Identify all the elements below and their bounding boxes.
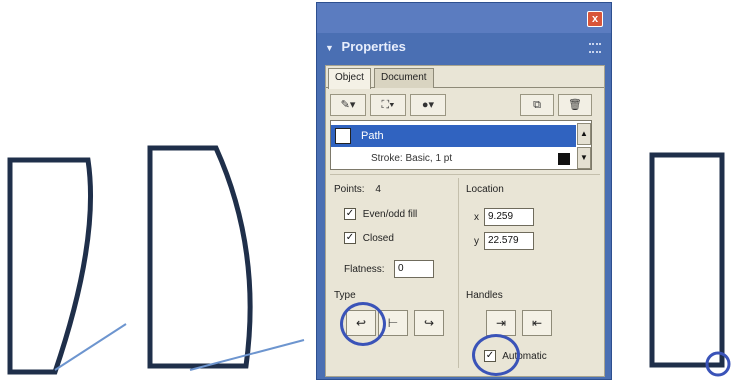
effects-icon[interactable]: ●▾ [410, 94, 446, 116]
scroll-down-button[interactable]: ▼ [577, 147, 591, 169]
points-label: Points: [334, 184, 365, 195]
panel-body: Object Document ✎▾ ⛶▾ ●▾ ⧉ 🗑 Path Stroke… [325, 65, 605, 377]
panel-title[interactable]: ▼ Properties [325, 37, 605, 57]
handles-label: Handles [466, 290, 503, 301]
column-divider [458, 178, 459, 368]
fill-bucket-icon[interactable]: ⛶▾ [370, 94, 406, 116]
points-row: Points: 4 [334, 184, 381, 195]
list-item-path[interactable]: Path [331, 125, 576, 147]
type-label: Type [334, 290, 356, 301]
closed-label: Closed [362, 233, 394, 244]
points-value: 4 [375, 184, 381, 195]
even-odd-fill-label: Even/odd fill [362, 209, 418, 220]
panel-window-bar: x [317, 3, 611, 33]
section-divider [330, 174, 600, 175]
tab-object[interactable]: Object [328, 68, 371, 89]
x-label: x [474, 212, 479, 223]
duplicate-icon[interactable]: ⧉ [520, 94, 554, 116]
y-field[interactable]: 22.579 [484, 232, 534, 250]
even-odd-fill-checkbox[interactable]: ✓ Even/odd fill [344, 208, 417, 224]
even-odd-fill-check[interactable]: ✓ [344, 208, 356, 221]
y-label: y [474, 236, 479, 247]
flatness-label: Flatness: [344, 264, 385, 275]
close-button[interactable]: x [587, 11, 603, 27]
extend-handles-button[interactable]: ⇤ [522, 310, 552, 336]
properties-toolbar: ✎▾ ⛶▾ ●▾ ⧉ 🗑 [330, 94, 600, 116]
scroll-up-button[interactable]: ▲ [577, 123, 591, 145]
flatness-field[interactable]: 0 [394, 260, 434, 278]
closed-check[interactable]: ✓ [344, 232, 356, 245]
panel-title-label: Properties [341, 39, 406, 54]
path-shape-1[interactable] [7, 157, 94, 375]
path-label: Path [361, 130, 384, 142]
closed-checkbox[interactable]: ✓ Closed [344, 232, 394, 248]
retract-handles-button[interactable]: ⇥ [486, 310, 516, 336]
pencil-icon[interactable]: ✎▾ [330, 94, 366, 116]
location-label: Location [466, 184, 504, 195]
properties-panel: x ▼ Properties Object Document ✎▾ ⛶▾ ●▾ … [316, 2, 612, 380]
collapse-triangle-icon[interactable]: ▼ [325, 43, 334, 53]
options-grip-icon[interactable] [589, 43, 601, 53]
stroke-label: Stroke: Basic, 1 pt [371, 153, 453, 164]
x-field[interactable]: 9.259 [484, 208, 534, 226]
trash-icon[interactable]: 🗑 [558, 94, 592, 116]
object-list: Path Stroke: Basic, 1 pt ▲ ▼ [330, 120, 592, 170]
tab-document[interactable]: Document [374, 68, 434, 88]
path-shape-3[interactable] [649, 152, 725, 368]
stroke-swatch [558, 153, 570, 165]
type-highlight-ring [340, 302, 386, 346]
path-shape-2[interactable] [147, 145, 253, 369]
list-item-stroke[interactable]: Stroke: Basic, 1 pt [331, 149, 576, 169]
tab-strip: Object Document [326, 66, 604, 89]
fill-swatch [335, 128, 351, 144]
connector-point-button[interactable]: ↪ [414, 310, 444, 336]
automatic-highlight-ring [472, 334, 520, 376]
